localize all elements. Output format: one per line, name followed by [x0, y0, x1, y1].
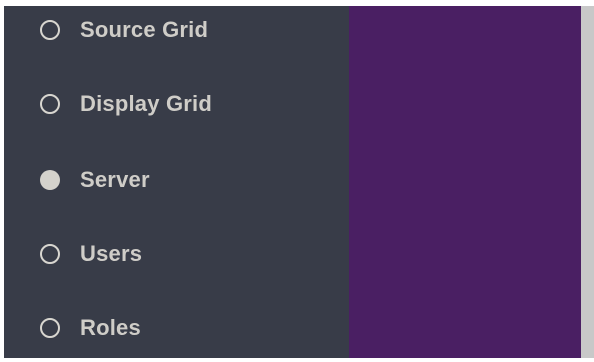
sidebar-item-display-grid[interactable]: Display Grid: [4, 82, 349, 126]
sidebar-item-label: Server: [80, 167, 150, 192]
radio-unchecked-icon[interactable]: [40, 244, 60, 264]
sidebar-item-server[interactable]: Server: [4, 158, 349, 202]
sidebar-item-label: Display Grid: [80, 91, 212, 116]
sidebar-item-label: Source Grid: [80, 17, 209, 42]
sidebar-nav: Source Grid Display Grid Server Users Ro…: [4, 6, 349, 358]
radio-unchecked-icon[interactable]: [40, 20, 60, 40]
sidebar-item-users[interactable]: Users: [4, 232, 349, 276]
sidebar-item-roles[interactable]: Roles: [4, 306, 349, 350]
sidebar-item-source-grid[interactable]: Source Grid: [4, 8, 349, 52]
sidebar-item-label: Users: [80, 241, 143, 266]
radio-checked-icon[interactable]: [40, 170, 60, 190]
content-panel: [349, 6, 581, 358]
sidebar-item-label: Roles: [80, 315, 141, 340]
app-frame: Source Grid Display Grid Server Users Ro…: [0, 0, 594, 362]
radio-unchecked-icon[interactable]: [40, 318, 60, 338]
scrollbar-track[interactable]: [581, 6, 594, 358]
radio-unchecked-icon[interactable]: [40, 94, 60, 114]
